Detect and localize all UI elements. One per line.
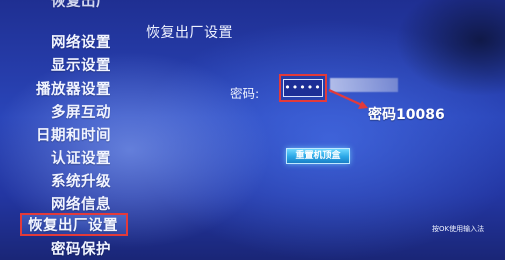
sidebar-item-password-protect[interactable]: 密码保护 [51, 238, 111, 259]
sidebar-item-date-time[interactable]: 日期和时间 [36, 124, 111, 145]
tv-settings-screen: 恢复出厂 网络设置 显示设置 播放器设置 多屏互动 日期和时间 认证设置 系统升… [0, 0, 505, 260]
sidebar-item-network-info[interactable]: 网络信息 [51, 193, 111, 214]
password-label: 密码: [230, 86, 260, 101]
sidebar-item-factory-reset[interactable]: 恢复出厂设置 [20, 213, 128, 236]
sidebar-item-display-settings[interactable]: 显示设置 [51, 54, 111, 75]
sidebar-item-auth-settings[interactable]: 认证设置 [51, 147, 111, 168]
sidebar-item-system-upgrade[interactable]: 系统升级 [51, 170, 111, 191]
sidebar-item-multiscreen[interactable]: 多屏互动 [51, 101, 111, 122]
password-highlight-box: ••••• [279, 74, 327, 102]
sidebar-item-partial[interactable]: 恢复出厂 [51, 0, 111, 11]
password-annotation: 密码10086 [368, 107, 445, 123]
password-input[interactable]: ••••• [283, 79, 323, 97]
sidebar-item-network-settings[interactable]: 网络设置 [51, 31, 111, 52]
input-method-hint: 按OK使用输入法 [432, 225, 485, 233]
sidebar-item-player-settings[interactable]: 播放器设置 [36, 78, 111, 99]
page-title: 恢复出厂设置 [146, 25, 233, 41]
reset-stb-button[interactable]: 重置机顶盒 [286, 148, 350, 164]
settings-sidebar: 恢复出厂 网络设置 显示设置 播放器设置 多屏互动 日期和时间 认证设置 系统升… [0, 0, 128, 260]
